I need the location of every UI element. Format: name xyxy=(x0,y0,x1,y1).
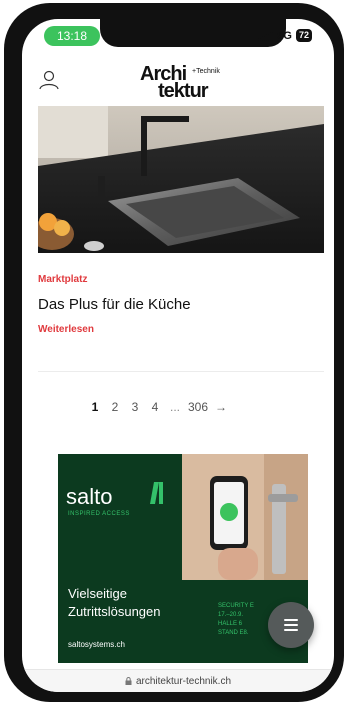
page-link-2[interactable]: 2 xyxy=(108,400,122,414)
pagination: 1 2 3 4 ... 306 → xyxy=(88,400,228,414)
ad-photo xyxy=(182,454,308,580)
lock-icon xyxy=(125,677,132,685)
ad-event-info: SECURITY E 17.–20.9. HALLE 6 STAND E8. xyxy=(218,602,254,638)
page-link-1[interactable]: 1 xyxy=(88,400,102,414)
ad-event-line: 17.–20.9. xyxy=(218,612,244,618)
page-link-3[interactable]: 3 xyxy=(128,400,142,414)
arrow-right-icon[interactable]: → xyxy=(214,400,228,414)
page-link-last[interactable]: 306 xyxy=(188,400,208,414)
ad-brand: salto xyxy=(66,484,113,509)
signal-icon xyxy=(258,31,274,41)
url-text: architektur-technik.ch xyxy=(135,675,232,687)
salto-logo-icon xyxy=(148,482,164,504)
site-header: Archi +Technik tektur xyxy=(22,55,334,111)
ad-event-line: HALLE 6 xyxy=(218,621,243,627)
page-ellipsis: ... xyxy=(169,400,180,414)
screen: 13:18 5G 72 Archi +Technik tektur Marktp… xyxy=(22,19,334,692)
read-more-link[interactable]: Weiterlesen xyxy=(38,324,94,335)
volume-up-button xyxy=(4,145,10,199)
ad-url: saltosystems.ch xyxy=(68,640,125,649)
article-image[interactable] xyxy=(38,106,324,253)
status-indicators: 5G 72 xyxy=(258,29,312,42)
mute-switch xyxy=(4,95,10,125)
site-logo[interactable]: Archi +Technik tektur xyxy=(140,64,240,106)
user-icon[interactable] xyxy=(38,69,60,91)
ad-tagline: INSPIRED ACCESS xyxy=(68,511,130,517)
browser-url-bar[interactable]: architektur-technik.ch xyxy=(22,669,334,692)
menu-button[interactable] xyxy=(268,602,314,648)
phone-frame: 13:18 5G 72 Archi +Technik tektur Marktp… xyxy=(4,3,344,702)
page-link-4[interactable]: 4 xyxy=(148,400,162,414)
ad-event-line: STAND E8. xyxy=(218,630,249,636)
article-title[interactable]: Das Plus für die Küche xyxy=(38,296,191,313)
menu-icon xyxy=(284,619,298,631)
status-time: 13:18 xyxy=(44,26,100,46)
network-type: 5G xyxy=(277,29,292,42)
divider xyxy=(38,371,324,372)
volume-down-button xyxy=(4,209,10,263)
ad-event-line: SECURITY E xyxy=(218,603,254,609)
article-category[interactable]: Marktplatz xyxy=(38,274,87,285)
logo-subtitle: +Technik xyxy=(192,68,220,75)
ad-headline-line2: Zutrittslösungen xyxy=(68,604,161,619)
battery-icon: 72 xyxy=(295,29,312,42)
logo-text-line2: tektur xyxy=(158,80,209,102)
ad-headline-line1: Vielseitige xyxy=(68,586,128,601)
